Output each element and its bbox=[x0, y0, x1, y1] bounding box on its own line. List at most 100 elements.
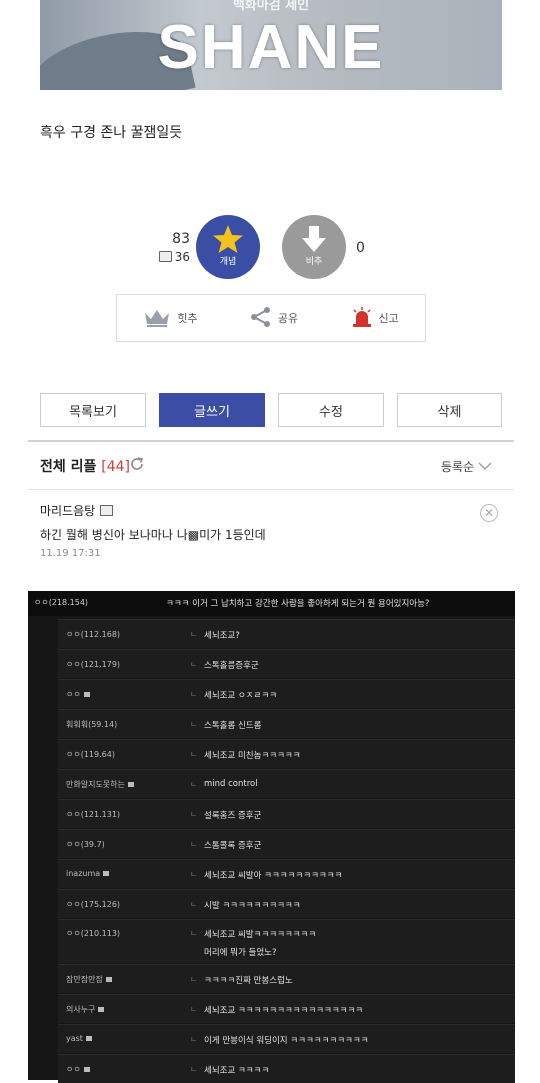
replies-title-text: 전체 리플 bbox=[40, 459, 97, 475]
close-icon[interactable]: ✕ bbox=[480, 504, 498, 522]
embedded-reply-text: 세뇌조교 ㅋㅋㅋㅋ bbox=[190, 1064, 269, 1076]
share-label: 공유 bbox=[277, 312, 299, 325]
siren-icon bbox=[351, 306, 373, 331]
embedded-reply-text: 세뇌조교 미친놈ㅋㅋㅋㅋㅋ bbox=[190, 749, 301, 761]
member-icon bbox=[105, 977, 112, 982]
embedded-reply-text: 스톡홀롬 신드롬 bbox=[190, 719, 261, 731]
post-body-text: 흑우 구경 존나 꿀잼일듯 bbox=[40, 125, 183, 141]
star-icon bbox=[196, 223, 260, 255]
upvote-button[interactable]: 개념 bbox=[196, 215, 260, 279]
divider bbox=[28, 489, 514, 490]
embedded-reply-row: ㅇㅇ(210.113) ㄴ 세뇌조교 씨발ㅋㅋㅋㅋㅋㅋㅋㅋ 머리에 뭐가 들었노? bbox=[58, 919, 515, 963]
embedded-reply-author: ㅇㅇ(210.113) bbox=[66, 929, 121, 938]
embedded-reply-author: 의사누구 bbox=[66, 1004, 105, 1015]
embedded-reply-author: ㅇㅇ bbox=[66, 689, 90, 700]
upvote-count: 83 bbox=[172, 231, 190, 247]
embedded-reply-text-line: 스톡홀름증후군 bbox=[204, 661, 259, 671]
embedded-reply-author: ㅇㅇ(121.179) bbox=[66, 660, 121, 669]
embedded-reply-author: ㅇㅇ bbox=[66, 1064, 90, 1075]
downvote-button[interactable]: 비추 bbox=[282, 215, 346, 279]
post-banner-image: 백화마검 세인 SHANE bbox=[40, 0, 502, 90]
replies-title: 전체 리플 [44] bbox=[40, 456, 130, 476]
embedded-reply-text: 세뇌조교? bbox=[190, 629, 240, 641]
embedded-reply-text: 스톡홀름증후군 bbox=[190, 659, 259, 671]
comment-text: 하긴 뭘해 병신아 보나마나 나▩미가 1등인데 bbox=[40, 528, 266, 542]
embedded-reply-row: ㅇㅇ(121.131) ㄴ 설록홈즈 증후군 bbox=[58, 799, 515, 828]
embedded-reply-text-line: 세뇌조교 ㅇㅈㄹㅋㅋ bbox=[204, 691, 278, 701]
embedded-reply-text: 이게 만봉이식 워딩이지 ㅋㅋㅋㅋㅋㅋㅋㅋㅋㅋ bbox=[190, 1034, 369, 1046]
embedded-reply-row: ㅇㅇ(39.7) ㄴ 스톰콜록 증후군 bbox=[58, 829, 515, 858]
embedded-reply-text-line: 설록홈즈 증후군 bbox=[204, 811, 262, 821]
embedded-reply-row: ㅇㅇ(175.126) ㄴ 시발 ㅋㅋㅋㅋㅋㅋㅋㅋㅋㅋ bbox=[58, 889, 515, 918]
down-arrow-icon bbox=[282, 223, 346, 255]
embedded-reply-author: ㅇㅇ(112.168) bbox=[66, 630, 121, 639]
recommend-action[interactable]: 힛추 bbox=[143, 307, 197, 330]
embedded-reply-row: ㅇㅇㄴ 세뇌조교 ㅋㅋㅋㅋ bbox=[58, 1054, 515, 1083]
crown-icon bbox=[143, 307, 171, 330]
embedded-reply-row: ㅇㅇ(112.168) ㄴ 세뇌조교? bbox=[58, 619, 515, 648]
embedded-reply-text: 스톰콜록 증후군 bbox=[190, 839, 261, 851]
embedded-reply-row: 의사누구 ㄴ 세뇌조교 ㅋㅋㅋㅋㅋㅋㅋㅋㅋㅋㅋㅋㅋㅋㅋㅋ bbox=[58, 994, 515, 1023]
embedded-reply-row: yast ㄴ 이게 만봉이식 워딩이지 ㅋㅋㅋㅋㅋㅋㅋㅋㅋㅋ bbox=[58, 1024, 515, 1053]
list-button[interactable]: 목록보기 bbox=[40, 393, 146, 427]
embedded-reply-text-line: 스톰콜록 증후군 bbox=[204, 841, 262, 851]
embedded-reply-text-line: 세뇌조교 씨발아 ㅋㅋㅋㅋㅋㅋㅋㅋㅋㅋ bbox=[204, 871, 343, 881]
share-action[interactable]: 공유 bbox=[250, 306, 298, 331]
downvote-count: 0 bbox=[356, 240, 365, 256]
replies-count: [44] bbox=[101, 459, 131, 475]
downvote-label: 비추 bbox=[305, 257, 323, 267]
embedded-reply-text-line: ㅋㅋㅋㅋ진짜 만봉스럽노 bbox=[204, 976, 293, 986]
embedded-reply-text-line: 세뇌조교? bbox=[204, 631, 240, 641]
member-icon bbox=[83, 692, 90, 697]
upvote-sub-value: 36 bbox=[174, 250, 190, 264]
upvote-label: 개념 bbox=[219, 257, 237, 267]
chevron-down-icon bbox=[478, 460, 492, 474]
embedded-reply-author: ㅇㅇ(39.7) bbox=[66, 840, 105, 849]
member-icon bbox=[103, 871, 110, 876]
report-label: 신고 bbox=[378, 312, 399, 325]
share-icon bbox=[250, 306, 272, 331]
banner-title: SHANE bbox=[157, 13, 385, 82]
embedded-reply-row: inazuma ㄴ 세뇌조교 씨발아 ㅋㅋㅋㅋㅋㅋㅋㅋㅋㅋ bbox=[58, 859, 515, 888]
comment-time: 11.19 17:31 bbox=[40, 548, 101, 559]
embedded-reply-text-line: 스톡홀롬 신드롬 bbox=[204, 721, 262, 731]
report-action[interactable]: 신고 bbox=[351, 306, 399, 331]
embedded-reply-text-line: 이게 만봉이식 워딩이지 ㅋㅋㅋㅋㅋㅋㅋㅋㅋㅋ bbox=[204, 1036, 369, 1046]
embedded-reply-row: 만화알지도못하는 ㄴ mind control bbox=[58, 769, 515, 798]
embedded-reply-author: ㅇㅇ(121.131) bbox=[66, 810, 121, 819]
refresh-icon[interactable] bbox=[129, 456, 145, 472]
embedded-reply-text: 세뇌조교 씨발ㅋㅋㅋㅋㅋㅋㅋㅋ 머리에 뭐가 들었노? bbox=[190, 928, 316, 958]
embedded-reply-text: 세뇌조교 ㅋㅋㅋㅋㅋㅋㅋㅋㅋㅋㅋㅋㅋㅋㅋㅋ bbox=[190, 1004, 363, 1016]
embedded-reply-row: ㅇㅇㄴ 세뇌조교 ㅇㅈㄹㅋㅋ bbox=[58, 679, 515, 708]
embedded-reply-row: 훠훠훠(59.14) ㄴ 스톡홀롬 신드롬 bbox=[58, 709, 515, 738]
sort-dropdown[interactable]: 등록순 bbox=[441, 458, 492, 475]
write-button[interactable]: 글쓰기 bbox=[159, 393, 265, 427]
embedded-reply-text-line: mind control bbox=[204, 779, 258, 789]
embedded-reply-row: 잠만잠만잠 ㄴㅋㅋㅋㅋ진짜 만봉스럽노 bbox=[58, 964, 515, 993]
comment-author-name: 마리드음탕 bbox=[40, 504, 96, 518]
upvote-sub-count: 36 bbox=[150, 250, 190, 264]
embedded-reply-text: 시발 ㅋㅋㅋㅋㅋㅋㅋㅋㅋㅋ bbox=[190, 899, 301, 911]
comment-author[interactable]: 마리드음탕 bbox=[40, 502, 114, 519]
member-icon bbox=[83, 1067, 90, 1072]
embedded-reply-text-line: 시발 ㅋㅋㅋㅋㅋㅋㅋㅋㅋㅋ bbox=[204, 901, 301, 911]
embedded-reply-text: 세뇌조교 씨발아 ㅋㅋㅋㅋㅋㅋㅋㅋㅋㅋ bbox=[190, 869, 342, 881]
post-action-bar: 힛추 공유 신고 bbox=[116, 294, 426, 342]
embedded-reply-author: inazuma bbox=[66, 869, 110, 878]
embedded-reply-text: 세뇌조교 ㅇㅈㄹㅋㅋ bbox=[190, 689, 277, 701]
member-icon bbox=[127, 782, 134, 787]
embedded-reply-text: mind control bbox=[190, 779, 258, 789]
embedded-reply-text-line: 세뇌조교 씨발ㅋㅋㅋㅋㅋㅋㅋㅋ bbox=[204, 930, 317, 940]
embedded-reply-text-line: 세뇌조교 ㅋㅋㅋㅋ bbox=[204, 1066, 270, 1076]
edit-button[interactable]: 수정 bbox=[278, 393, 384, 427]
delete-button[interactable]: 삭제 bbox=[397, 393, 502, 427]
embedded-reply-author: yast bbox=[66, 1034, 92, 1043]
comment-icon bbox=[158, 251, 172, 262]
embedded-reply-author: ㅇㅇ(119.64) bbox=[66, 750, 115, 759]
embedded-reply-text-line: 세뇌조교 미친놈ㅋㅋㅋㅋㅋ bbox=[204, 751, 301, 761]
embedded-reply-author: 만화알지도못하는 bbox=[66, 779, 134, 790]
member-icon bbox=[85, 1036, 92, 1041]
recommend-label: 힛추 bbox=[177, 312, 198, 325]
comment-icon bbox=[100, 505, 114, 516]
embedded-reply-row: ㅇㅇ(119.64) ㄴ 세뇌조교 미친놈ㅋㅋㅋㅋㅋ bbox=[58, 739, 515, 768]
